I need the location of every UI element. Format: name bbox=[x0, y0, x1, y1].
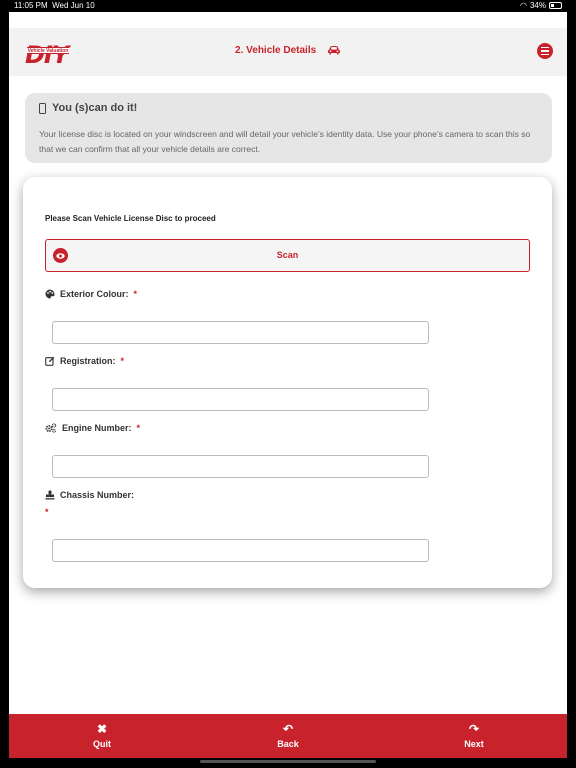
required-mark: * bbox=[133, 289, 138, 299]
palette-icon bbox=[45, 289, 55, 299]
battery-percent: 34% bbox=[529, 1, 546, 10]
car-icon bbox=[327, 46, 340, 55]
bottom-nav: ✖ Quit ↶ Back ↷ Next bbox=[9, 714, 567, 758]
menu-bar bbox=[541, 46, 549, 49]
app-screen: DIY Vehicle Valuation 2. Vehicle Details… bbox=[9, 12, 567, 758]
cogs-icon bbox=[45, 423, 57, 433]
scan-prompt: Please Scan Vehicle License Disc to proc… bbox=[45, 214, 216, 223]
required-mark: * bbox=[120, 356, 125, 366]
stamp-icon bbox=[45, 490, 55, 500]
scan-button[interactable]: Scan bbox=[45, 239, 530, 272]
undo-icon: ↶ bbox=[282, 722, 294, 736]
back-button[interactable]: ↶ Back bbox=[195, 714, 381, 758]
scan-label: Scan bbox=[276, 250, 299, 260]
home-indicator bbox=[200, 760, 376, 763]
next-label: Next bbox=[464, 739, 484, 749]
close-icon: ✖ bbox=[96, 722, 108, 736]
registration-text: Registration: bbox=[60, 356, 116, 366]
info-box: You (s)can do it! Your license disc is l… bbox=[25, 93, 552, 163]
redo-icon: ↷ bbox=[468, 722, 480, 736]
menu-button[interactable] bbox=[537, 43, 553, 59]
app-header: DIY Vehicle Valuation 2. Vehicle Details bbox=[9, 28, 567, 76]
vehicle-details-card: Please Scan Vehicle License Disc to proc… bbox=[23, 177, 552, 588]
mobile-phone-icon bbox=[39, 102, 46, 114]
status-right: ◠ 34% bbox=[520, 1, 562, 10]
back-label: Back bbox=[277, 739, 299, 749]
menu-bar bbox=[541, 50, 549, 52]
exterior-colour-input[interactable] bbox=[52, 321, 429, 344]
chassis-number-input[interactable] bbox=[52, 539, 429, 562]
quit-label: Quit bbox=[93, 739, 111, 749]
status-bar: 11:05 PM Wed Jun 10 ◠ 34% bbox=[0, 0, 576, 12]
chassis-number-label: Chassis Number: bbox=[45, 490, 134, 500]
exterior-colour-label: Exterior Colour: * bbox=[45, 289, 137, 299]
registration-label: Registration: * bbox=[45, 356, 124, 366]
exterior-colour-text: Exterior Colour: bbox=[60, 289, 129, 299]
required-mark: * bbox=[136, 423, 141, 433]
quit-button[interactable]: ✖ Quit bbox=[9, 714, 195, 758]
wifi-icon: ◠ bbox=[520, 1, 527, 10]
engine-number-label: Engine Number: * bbox=[45, 423, 140, 433]
info-text: Your license disc is located on your win… bbox=[39, 129, 531, 154]
battery-icon bbox=[549, 2, 562, 9]
info-title-text: You (s)can do it! bbox=[52, 102, 138, 114]
engine-number-input[interactable] bbox=[52, 455, 429, 478]
info-title: You (s)can do it! bbox=[39, 102, 137, 114]
next-button[interactable]: ↷ Next bbox=[381, 714, 567, 758]
registration-input[interactable] bbox=[52, 388, 429, 411]
chassis-number-text: Chassis Number: bbox=[60, 490, 135, 500]
edit-icon bbox=[45, 356, 55, 366]
page-title: 2. Vehicle Details bbox=[9, 45, 567, 56]
menu-bar bbox=[541, 53, 549, 56]
status-time: 11:05 PM Wed Jun 10 bbox=[14, 1, 95, 10]
engine-number-text: Engine Number: bbox=[62, 423, 132, 433]
required-mark: * bbox=[45, 507, 49, 517]
